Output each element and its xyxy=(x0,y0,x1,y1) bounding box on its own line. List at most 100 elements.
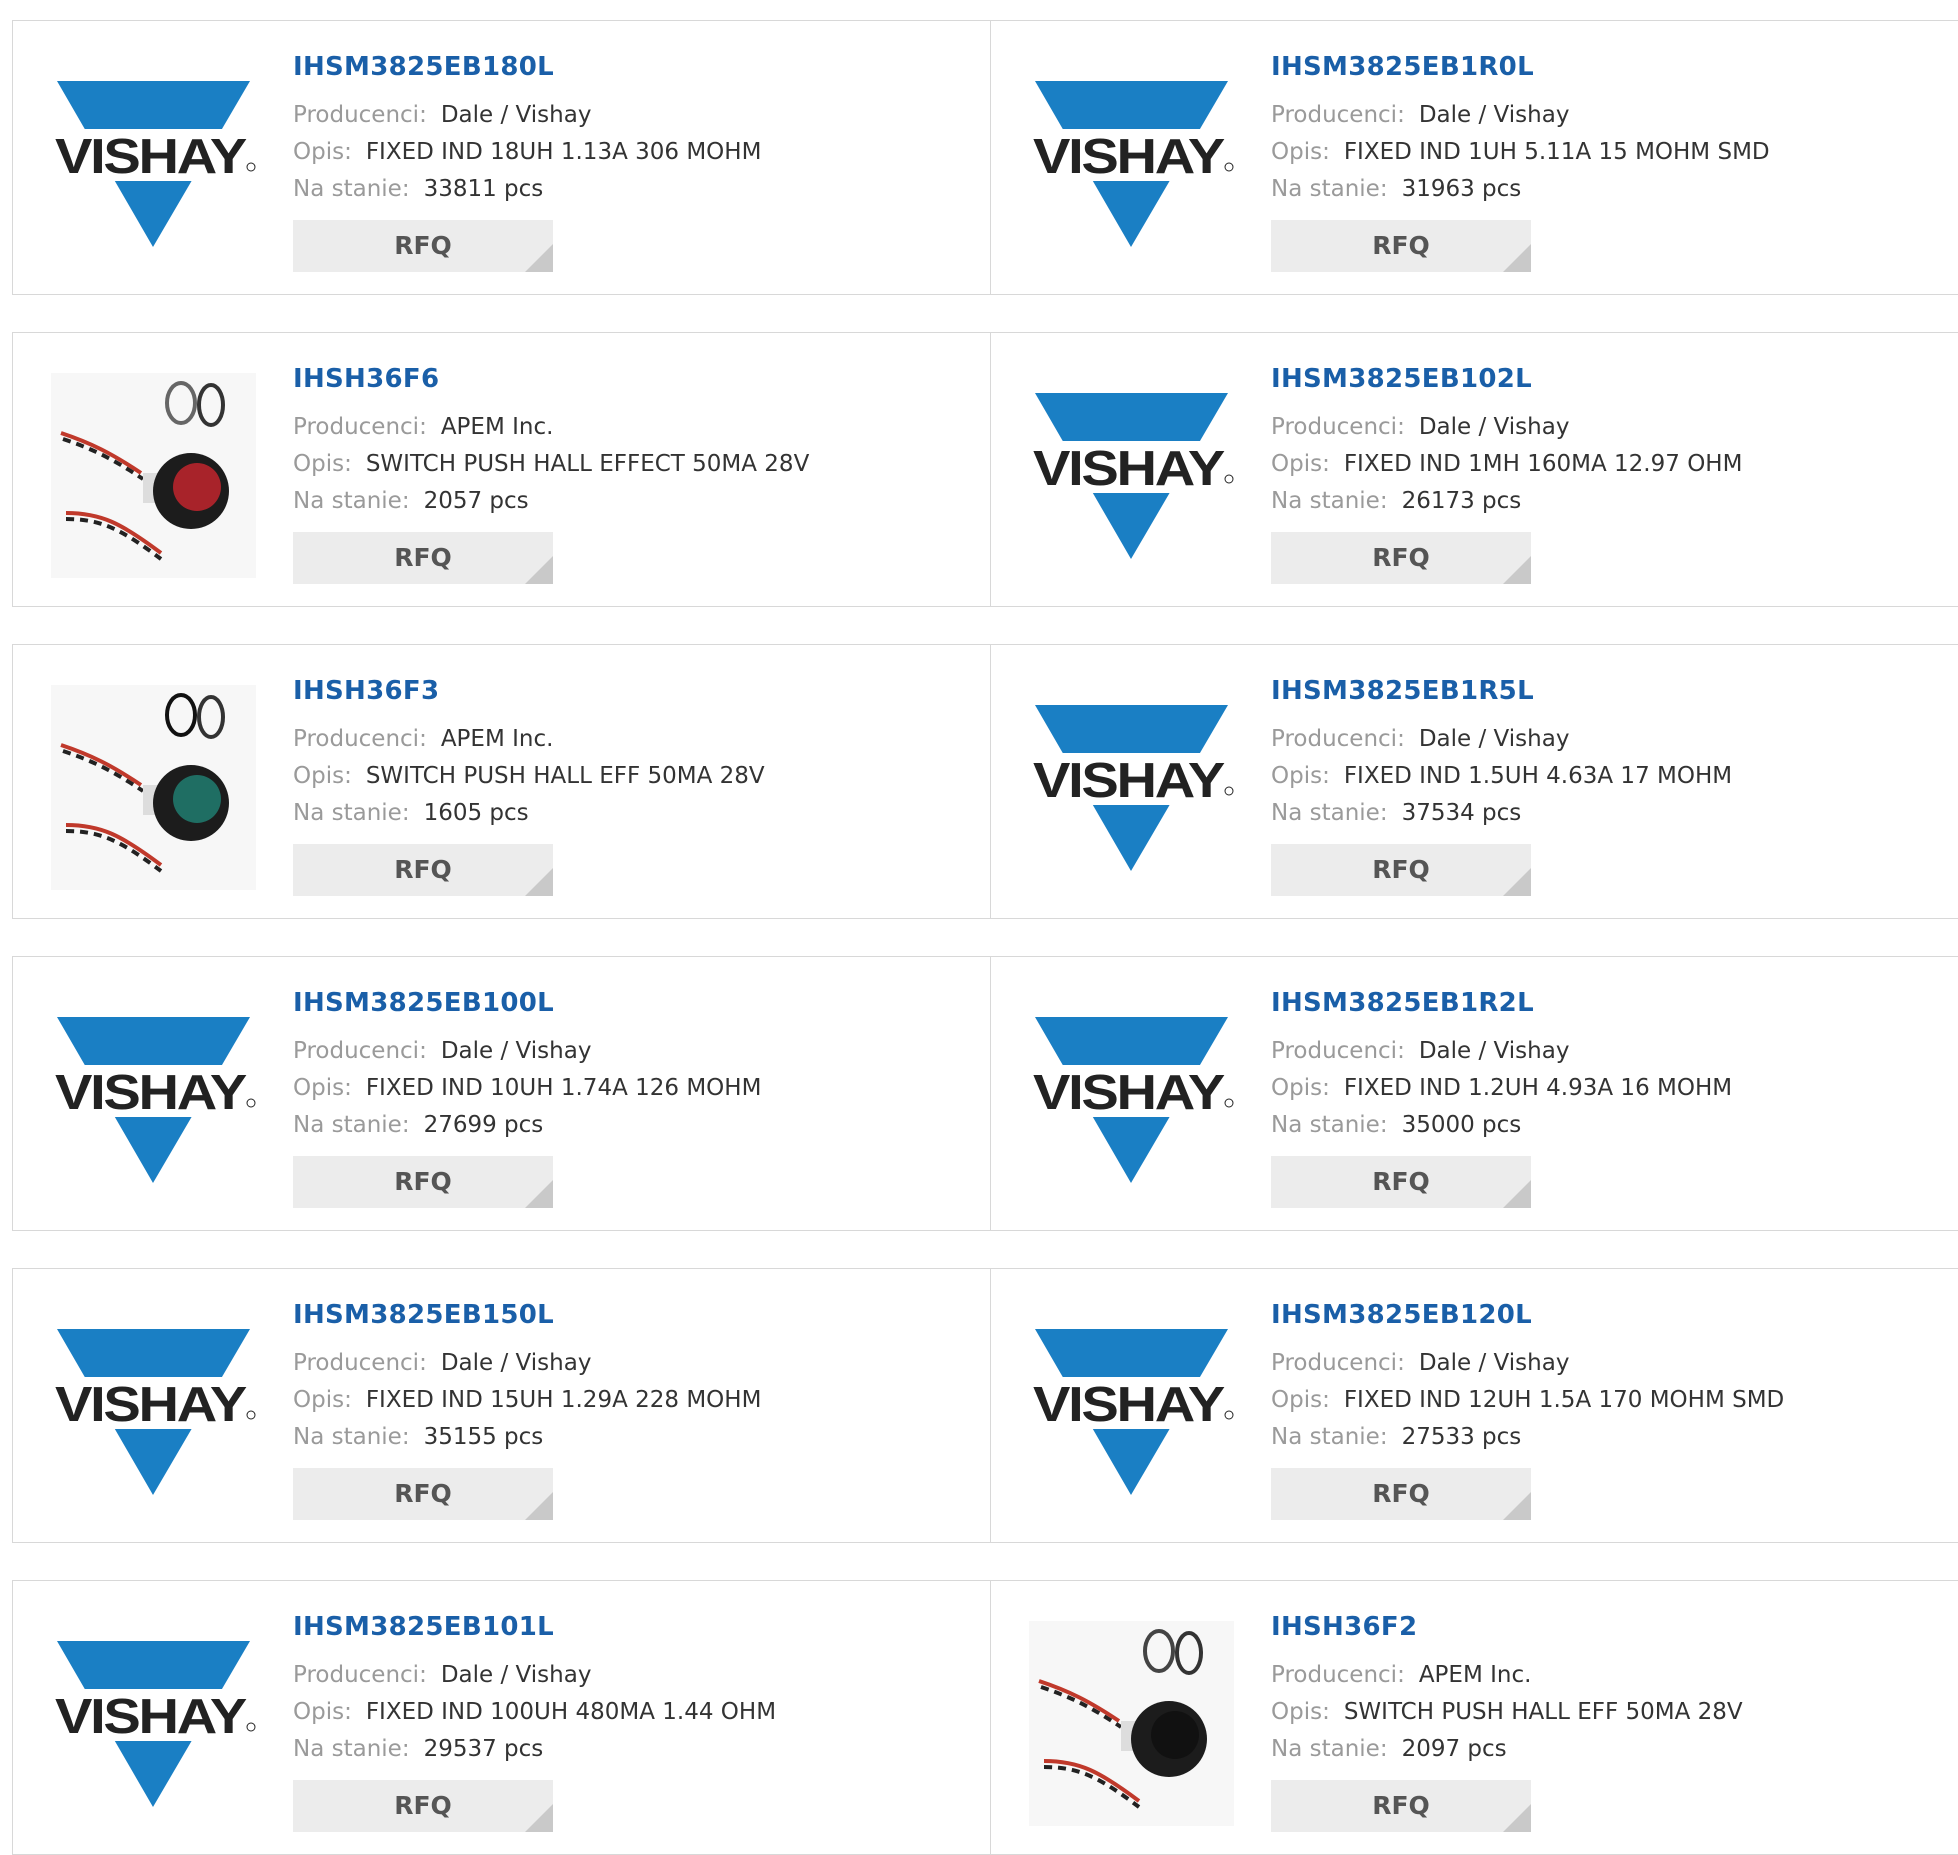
part-number-link[interactable]: IHSM3825EB180L xyxy=(293,51,980,85)
manufacturer-label: Producenci: xyxy=(1271,1349,1405,1376)
stock-label: Na stanie: xyxy=(293,487,410,514)
switch-photo xyxy=(51,685,256,890)
stock-value: 2057 pcs xyxy=(423,487,529,514)
description-label: Opis: xyxy=(1271,138,1330,165)
rfq-button[interactable]: RFQ xyxy=(293,843,553,896)
product-card: IHSH36F3 Producenci: APEM Inc. Opis: SWITC… xyxy=(12,644,991,919)
rfq-button[interactable]: RFQ xyxy=(1271,1779,1531,1832)
manufacturer-value: Dale / Vishay xyxy=(440,1037,592,1064)
description-value: SWITCH PUSH HALL EFF 50MA 28V xyxy=(1343,1698,1743,1725)
svg-text:VISHAY: VISHAY xyxy=(1033,1066,1225,1120)
product-image[interactable]: VISHAY xyxy=(51,997,256,1202)
corner-fold-icon xyxy=(525,1491,553,1520)
product-image[interactable]: VISHAY xyxy=(1029,685,1234,890)
rfq-label: RFQ xyxy=(394,543,452,573)
product-image[interactable]: VISHAY xyxy=(1029,61,1234,266)
rfq-label: RFQ xyxy=(394,855,452,885)
rfq-button[interactable]: RFQ xyxy=(293,1155,553,1208)
description-value: FIXED IND 1UH 5.11A 15 MOHM SMD xyxy=(1343,138,1770,165)
manufacturer-value: Dale / Vishay xyxy=(1418,413,1570,440)
rfq-button[interactable]: RFQ xyxy=(293,219,553,272)
svg-text:VISHAY: VISHAY xyxy=(55,130,247,184)
switch-photo xyxy=(51,373,256,578)
rfq-label: RFQ xyxy=(1372,1479,1430,1509)
part-number-link[interactable]: IHSH36F6 xyxy=(293,363,980,397)
manufacturer-value: APEM Inc. xyxy=(440,413,554,440)
vishay-logo: VISHAY xyxy=(1029,392,1234,559)
manufacturer-value: APEM Inc. xyxy=(1418,1661,1532,1688)
svg-text:VISHAY: VISHAY xyxy=(55,1378,247,1432)
rfq-button[interactable]: RFQ xyxy=(1271,1155,1531,1208)
manufacturer-value: Dale / Vishay xyxy=(440,101,592,128)
product-image[interactable]: VISHAY xyxy=(1029,997,1234,1202)
part-number-link[interactable]: IHSM3825EB120L xyxy=(1271,1299,1958,1333)
corner-fold-icon xyxy=(1503,1491,1531,1520)
rfq-label: RFQ xyxy=(1372,231,1430,261)
stock-value: 31963 pcs xyxy=(1401,175,1522,202)
vishay-logo: VISHAY xyxy=(1029,704,1234,871)
switch-photo xyxy=(1029,1621,1234,1826)
corner-fold-icon xyxy=(525,555,553,584)
description-value: SWITCH PUSH HALL EFFECT 50MA 28V xyxy=(365,450,810,477)
product-image[interactable]: VISHAY xyxy=(51,1621,256,1826)
svg-text:VISHAY: VISHAY xyxy=(1033,1378,1225,1432)
part-number-link[interactable]: IHSM3825EB150L xyxy=(293,1299,980,1333)
stock-value: 27699 pcs xyxy=(423,1111,544,1138)
stock-value: 35000 pcs xyxy=(1401,1111,1522,1138)
manufacturer-value: Dale / Vishay xyxy=(440,1661,592,1688)
stock-label: Na stanie: xyxy=(293,799,410,826)
rfq-button[interactable]: RFQ xyxy=(1271,1467,1531,1520)
part-number-link[interactable]: IHSM3825EB101L xyxy=(293,1611,980,1645)
description-label: Opis: xyxy=(1271,762,1330,789)
manufacturer-value: APEM Inc. xyxy=(440,725,554,752)
stock-label: Na stanie: xyxy=(1271,799,1388,826)
description-value: FIXED IND 12UH 1.5A 170 MOHM SMD xyxy=(1343,1386,1785,1413)
product-card: VISHAY IHSM3825EB102L Producenci: Dale / … xyxy=(991,332,1958,607)
part-number-link[interactable]: IHSM3825EB1R2L xyxy=(1271,987,1958,1021)
part-number-link[interactable]: IHSM3825EB1R0L xyxy=(1271,51,1958,85)
rfq-button[interactable]: RFQ xyxy=(1271,531,1531,584)
description-label: Opis: xyxy=(293,1698,352,1725)
rfq-label: RFQ xyxy=(394,1479,452,1509)
stock-value: 26173 pcs xyxy=(1401,487,1522,514)
rfq-button[interactable]: RFQ xyxy=(293,1467,553,1520)
manufacturer-label: Producenci: xyxy=(293,413,427,440)
part-number-link[interactable]: IHSM3825EB1R5L xyxy=(1271,675,1958,709)
product-image[interactable]: VISHAY xyxy=(1029,1309,1234,1514)
product-card: VISHAY IHSM3825EB100L Producenci: Dale / … xyxy=(12,956,991,1231)
description-value: FIXED IND 10UH 1.74A 126 MOHM xyxy=(365,1074,762,1101)
rfq-button[interactable]: RFQ xyxy=(1271,843,1531,896)
vishay-logo: VISHAY xyxy=(51,80,256,247)
svg-text:VISHAY: VISHAY xyxy=(55,1690,247,1744)
rfq-button[interactable]: RFQ xyxy=(1271,219,1531,272)
product-image[interactable] xyxy=(1029,1621,1234,1826)
description-value: FIXED IND 100UH 480MA 1.44 OHM xyxy=(365,1698,777,1725)
stock-value: 1605 pcs xyxy=(423,799,529,826)
corner-fold-icon xyxy=(1503,555,1531,584)
description-value: FIXED IND 15UH 1.29A 228 MOHM xyxy=(365,1386,762,1413)
corner-fold-icon xyxy=(1503,1803,1531,1832)
product-card: VISHAY IHSM3825EB150L Producenci: Dale / … xyxy=(12,1268,991,1543)
description-value: FIXED IND 18UH 1.13A 306 MOHM xyxy=(365,138,762,165)
stock-value: 29537 pcs xyxy=(423,1735,544,1762)
product-image[interactable]: VISHAY xyxy=(51,61,256,266)
rfq-button[interactable]: RFQ xyxy=(293,531,553,584)
manufacturer-label: Producenci: xyxy=(293,1661,427,1688)
rfq-label: RFQ xyxy=(1372,1167,1430,1197)
part-number-link[interactable]: IHSM3825EB102L xyxy=(1271,363,1958,397)
rfq-button[interactable]: RFQ xyxy=(293,1779,553,1832)
product-image[interactable]: VISHAY xyxy=(1029,373,1234,578)
product-image[interactable] xyxy=(51,685,256,890)
manufacturer-label: Producenci: xyxy=(293,101,427,128)
product-card: VISHAY IHSM3825EB180L Producenci: Dale / … xyxy=(12,20,991,295)
part-number-link[interactable]: IHSM3825EB100L xyxy=(293,987,980,1021)
stock-value: 2097 pcs xyxy=(1401,1735,1507,1762)
product-image[interactable]: VISHAY xyxy=(51,1309,256,1514)
stock-value: 37534 pcs xyxy=(1401,799,1522,826)
part-number-link[interactable]: IHSH36F2 xyxy=(1271,1611,1958,1645)
manufacturer-label: Producenci: xyxy=(1271,725,1405,752)
product-image[interactable] xyxy=(51,373,256,578)
description-value: FIXED IND 1MH 160MA 12.97 OHM xyxy=(1343,450,1743,477)
part-number-link[interactable]: IHSH36F3 xyxy=(293,675,980,709)
manufacturer-label: Producenci: xyxy=(1271,101,1405,128)
